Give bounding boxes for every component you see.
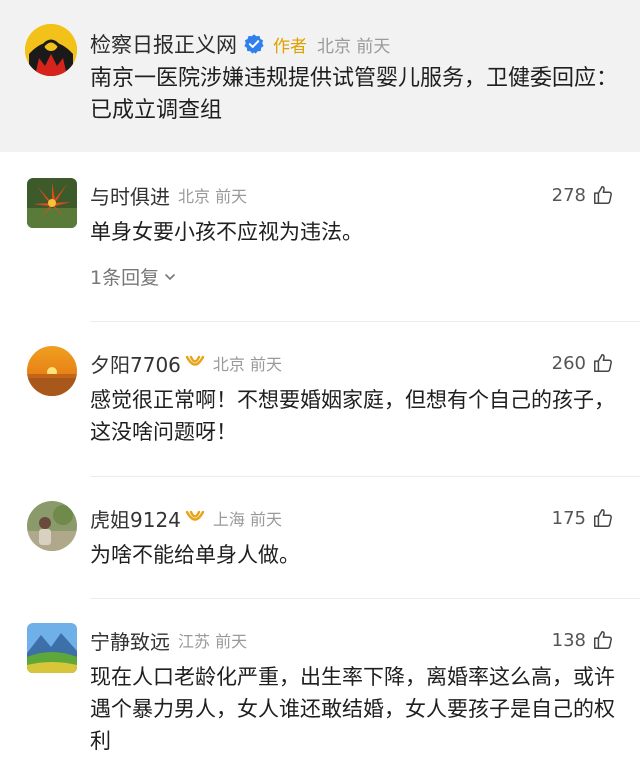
- post-meta: 北京 前天: [317, 36, 391, 57]
- like-count: 278: [551, 184, 586, 206]
- comment-text: 感觉很正常啊！不想要婚姻家庭，但想有个自己的孩子，这没啥问题呀！: [90, 388, 615, 444]
- comment-item: 虎姐9124 上海 前天 175 为啥不能给单身人做。: [0, 477, 640, 599]
- like-button[interactable]: 260: [552, 348, 614, 378]
- sunset-avatar-icon: [27, 346, 77, 396]
- verified-check-icon: [244, 34, 264, 54]
- comment-meta: 江苏 前天: [178, 632, 248, 651]
- comment-meta: 北京 前天: [212, 355, 282, 374]
- original-post[interactable]: 检察日报正义网 作者 北京 前天 南京一医院涉嫌违规提供试管婴儿服务，卫健委回应…: [0, 0, 640, 152]
- vip-badge-icon: [185, 510, 205, 521]
- like-button[interactable]: 175: [552, 503, 614, 533]
- comment-text: 现在人口老龄化严重，出生率下降，离婚率这么高，或许遇个暴力男人，女人谁还敢结婚，…: [90, 665, 615, 753]
- comment-item: 与时俱进 北京 前天 278 单身女要小孩不应视为违法。 1条回复: [0, 152, 640, 322]
- comment-item: 宁静致远 江苏 前天 138 现在人口老龄化严重，出生率下降，离婚率这么高，或许…: [0, 599, 640, 774]
- comment-username[interactable]: 宁静致远: [90, 626, 170, 655]
- landscape-avatar-icon: [27, 623, 77, 673]
- user-avatar[interactable]: [27, 346, 77, 396]
- thumbs-up-icon: [594, 354, 612, 372]
- like-button[interactable]: 138: [552, 625, 614, 655]
- user-avatar[interactable]: [27, 501, 77, 551]
- comment-item: 夕阳7706 北京 前天 260 感觉很正常啊！不想要婚姻家庭，但想有个自己的孩…: [0, 322, 640, 477]
- like-count: 138: [551, 629, 586, 651]
- account-logo-icon: [25, 24, 77, 76]
- comment-text: 为啥不能给单身人做。: [90, 543, 300, 567]
- like-count: 175: [551, 507, 586, 529]
- flower-avatar-icon: [27, 178, 77, 228]
- comment-username[interactable]: 夕阳7706: [90, 349, 181, 378]
- user-avatar[interactable]: [27, 178, 77, 228]
- like-button[interactable]: 278: [552, 180, 614, 210]
- replies-label: 1条回复: [90, 267, 160, 289]
- comment-meta: 上海 前天: [212, 510, 282, 529]
- comment-header: 虎姐9124 上海 前天: [90, 503, 282, 533]
- post-header: 检察日报正义网 作者 北京 前天: [90, 28, 390, 60]
- vip-badge-icon: [185, 355, 205, 366]
- comment-header: 与时俱进 北京 前天: [90, 180, 247, 210]
- account-avatar[interactable]: [25, 24, 77, 76]
- comment-username[interactable]: 与时俱进: [90, 181, 170, 210]
- post-title[interactable]: 南京一医院涉嫌违规提供试管婴儿服务，卫健委回应：已成立调查组: [90, 63, 620, 127]
- comment-username[interactable]: 虎姐9124: [90, 504, 181, 533]
- comment-header: 夕阳7706 北京 前天: [90, 348, 282, 378]
- comment-header: 宁静致远 江苏 前天: [90, 625, 247, 655]
- view-replies-button[interactable]: 1条回复: [90, 263, 177, 290]
- thumbs-up-icon: [594, 631, 612, 649]
- comment-text: 单身女要小孩不应视为违法。: [90, 220, 363, 244]
- like-count: 260: [551, 352, 586, 374]
- person-photo-avatar-icon: [27, 501, 77, 551]
- account-name[interactable]: 检察日报正义网: [90, 29, 237, 59]
- thumbs-up-icon: [594, 509, 612, 527]
- thumbs-up-icon: [594, 186, 612, 204]
- author-tag: 作者: [273, 36, 307, 57]
- chevron-down-icon: [165, 273, 175, 280]
- user-avatar[interactable]: [27, 623, 77, 673]
- comment-meta: 北京 前天: [178, 187, 248, 206]
